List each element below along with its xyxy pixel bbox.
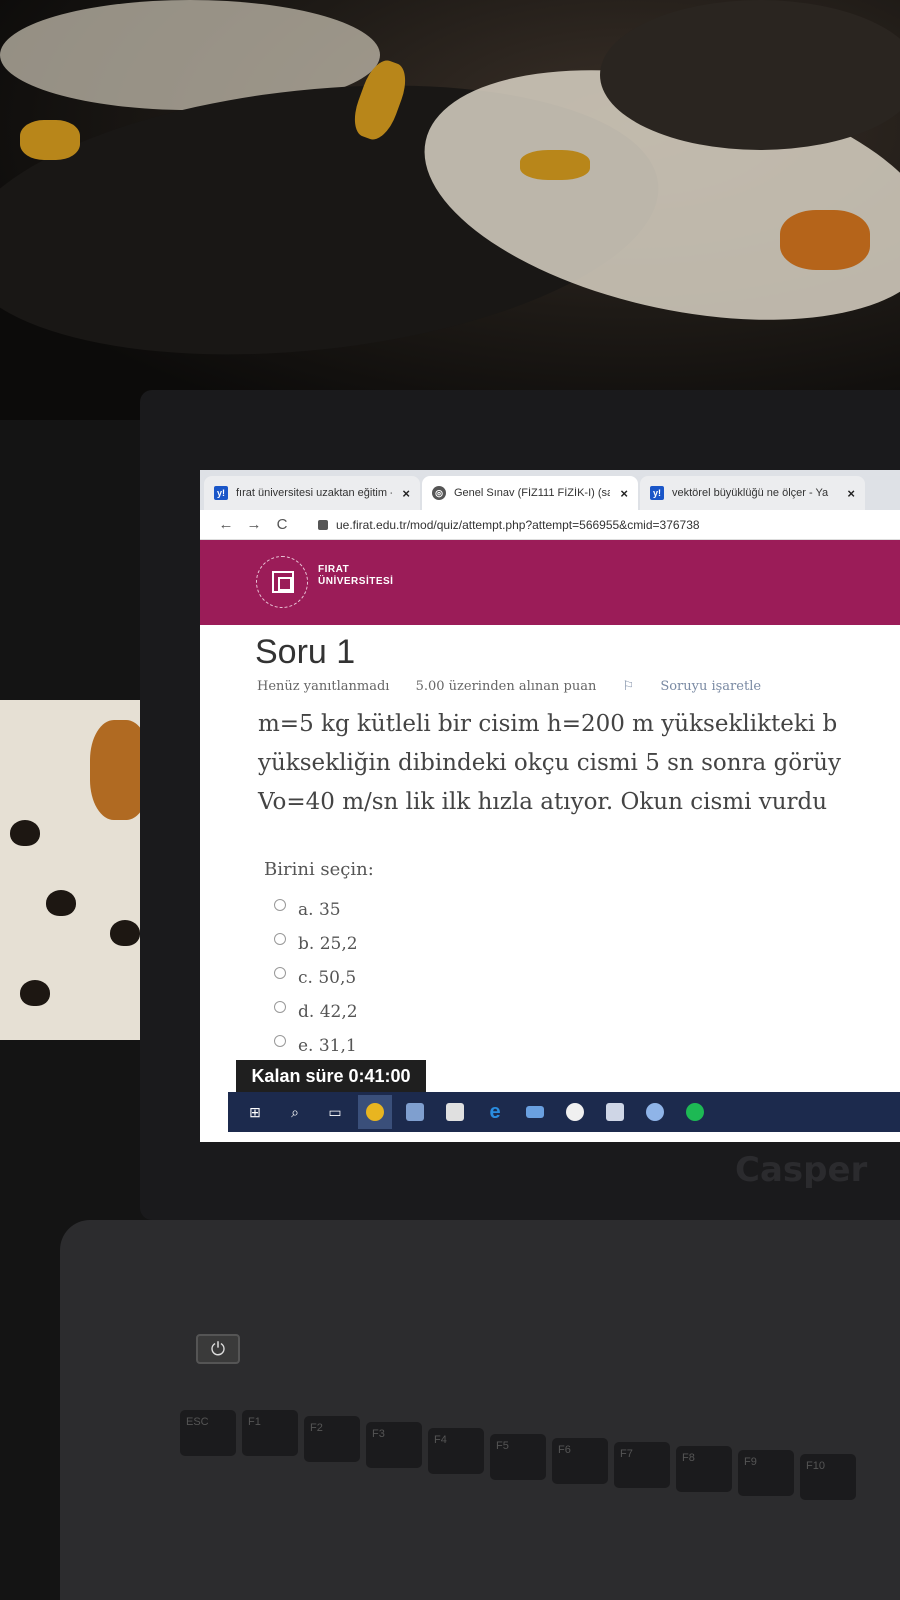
option-c[interactable]: c. 50,5 <box>274 961 358 995</box>
tab-title: fırat üniversitesi uzaktan eğitim - <box>236 487 393 499</box>
tab-quiz[interactable]: ◎ Genel Sınav (FİZ111 FİZİK-I) (sayf × <box>422 476 638 510</box>
option-e[interactable]: e. 31,1 <box>274 1029 358 1063</box>
quiz-content: Soru 1 Henüz yanıtlanmadı 5.00 üzerinden… <box>200 625 900 1095</box>
radio-button[interactable] <box>274 1001 286 1013</box>
option-d[interactable]: d. 42,2 <box>274 995 358 1029</box>
option-label: a. 35 <box>298 900 341 920</box>
power-button-icon[interactable]: ⏻ <box>196 1334 240 1364</box>
radio-button[interactable] <box>274 967 286 979</box>
key-f1[interactable]: F1 <box>242 1410 298 1456</box>
option-b[interactable]: b. 25,2 <box>274 927 358 961</box>
browser-icon[interactable] <box>638 1095 672 1129</box>
university-name[interactable]: FIRAT ÜNİVERSİTESİ <box>318 564 393 588</box>
university-seal-icon[interactable] <box>256 556 308 608</box>
question-text-line: Vo=40 m/sn lik ilk hızla atıyor. Okun ci… <box>258 789 828 815</box>
logo-line-1: FIRAT <box>318 564 350 575</box>
question-text-line: m=5 kg kütleli bir cisim h=200 m yüksekl… <box>258 711 838 737</box>
question-text-line: yüksekliğin dibindeki okçu cismi 5 sn so… <box>258 750 841 776</box>
yahoo-favicon-icon: y! <box>650 486 664 500</box>
task-view-icon[interactable]: ▭ <box>318 1095 352 1129</box>
question-points: 5.00 üzerinden alınan puan <box>415 679 597 694</box>
laptop-screen: y! fırat üniversitesi uzaktan eğitim - ×… <box>200 470 900 1142</box>
flag-icon: ⚐ <box>622 679 639 694</box>
lock-icon <box>318 519 328 530</box>
choose-label: Birini seçin: <box>264 859 374 880</box>
answer-options: a. 35 b. 25,2 c. 50,5 d. 42,2 e. 31,1 <box>274 893 358 1063</box>
forward-arrow-icon[interactable]: → <box>240 516 268 533</box>
site-header: FIRAT ÜNİVERSİTESİ <box>200 540 900 625</box>
close-icon[interactable]: × <box>620 486 628 501</box>
flag-label: Soruyu işaretle <box>660 679 762 694</box>
radio-button[interactable] <box>274 1035 286 1047</box>
key-f3[interactable]: F3 <box>366 1422 422 1468</box>
cube-icon[interactable] <box>598 1095 632 1129</box>
question-text: m=5 kg kütleli bir cisim h=200 m yüksekl… <box>258 705 900 822</box>
store-icon[interactable] <box>438 1095 472 1129</box>
question-info: Henüz yanıtlanmadı 5.00 üzerinden alınan… <box>257 679 805 694</box>
logo-line-2: ÜNİVERSİTESİ <box>318 576 394 587</box>
mail-icon[interactable] <box>518 1095 552 1129</box>
radio-button[interactable] <box>274 899 286 911</box>
key-esc[interactable]: ESC <box>180 1410 236 1456</box>
question-title: Soru 1 <box>255 633 356 671</box>
back-arrow-icon[interactable]: ← <box>212 516 240 533</box>
flag-question-link[interactable]: ⚐ Soruyu işaretle <box>623 679 784 694</box>
timer-label: Kalan süre <box>251 1065 344 1086</box>
key-f2[interactable]: F2 <box>304 1416 360 1462</box>
tab-title: Genel Sınav (FİZ111 FİZİK-I) (sayf <box>454 487 611 499</box>
key-f6[interactable]: F6 <box>552 1438 608 1484</box>
windows-start-icon[interactable]: ⊞ <box>238 1095 272 1129</box>
windows-taskbar: ⊞ ⌕ ▭ e <box>228 1092 900 1132</box>
globe-favicon-icon: ◎ <box>432 486 446 500</box>
laptop-brand: Casper <box>735 1150 868 1190</box>
option-label: e. 31,1 <box>298 1036 357 1056</box>
option-a[interactable]: a. 35 <box>274 893 358 927</box>
background-blanket <box>0 0 900 420</box>
answer-status: Henüz yanıtlanmadı <box>257 679 390 694</box>
key-f9[interactable]: F9 <box>738 1450 794 1496</box>
yahoo-favicon-icon: y! <box>214 486 228 500</box>
key-f5[interactable]: F5 <box>490 1434 546 1480</box>
file-explorer-icon[interactable] <box>398 1095 432 1129</box>
tab-title: vektörel büyüklüğü ne ölçer - Ya <box>672 487 829 499</box>
option-label: d. 42,2 <box>298 1002 358 1022</box>
key-f10[interactable]: F10 <box>800 1454 856 1500</box>
key-f8[interactable]: F8 <box>676 1446 732 1492</box>
option-label: c. 50,5 <box>298 968 357 988</box>
option-label: b. 25,2 <box>298 934 358 954</box>
radio-button[interactable] <box>274 933 286 945</box>
time-remaining: Kalan süre 0:41:00 <box>236 1060 426 1092</box>
tab-search-results[interactable]: y! fırat üniversitesi uzaktan eğitim - × <box>204 476 420 510</box>
reload-icon[interactable]: C <box>268 516 296 533</box>
keyboard: ESC F1 F2 F3 F4 F5 F6 F7 F8 F9 F10 <box>160 1400 900 1600</box>
yandex-icon[interactable] <box>558 1095 592 1129</box>
close-icon[interactable]: × <box>402 486 410 501</box>
address-bar[interactable]: ue.firat.edu.tr/mod/quiz/attempt.php?att… <box>336 518 700 532</box>
key-f7[interactable]: F7 <box>614 1442 670 1488</box>
tab-vector-search[interactable]: y! vektörel büyüklüğü ne ölçer - Ya × <box>640 476 865 510</box>
key-f4[interactable]: F4 <box>428 1428 484 1474</box>
edge-icon[interactable]: e <box>478 1095 512 1129</box>
close-icon[interactable]: × <box>847 486 855 501</box>
browser-tabstrip: y! fırat üniversitesi uzaktan eğitim - ×… <box>200 470 900 510</box>
timer-value: 0:41:00 <box>348 1065 411 1086</box>
search-icon[interactable]: ⌕ <box>278 1095 312 1129</box>
chrome-icon[interactable] <box>358 1095 392 1129</box>
browser-toolbar: ← → C ue.firat.edu.tr/mod/quiz/attempt.p… <box>200 510 900 540</box>
spotify-icon[interactable] <box>678 1095 712 1129</box>
